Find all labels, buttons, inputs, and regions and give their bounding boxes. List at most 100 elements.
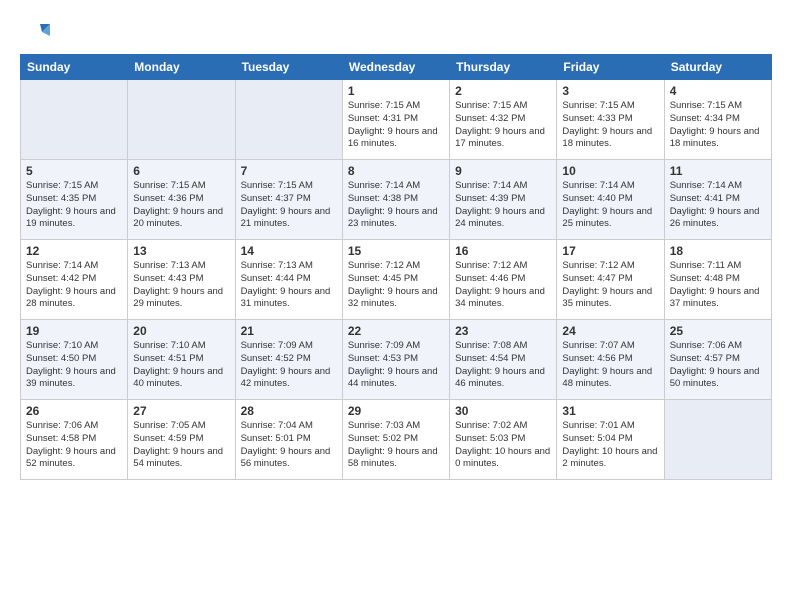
calendar-cell: 1 Sunrise: 7:15 AM Sunset: 4:31 PM Daylig… <box>342 80 449 160</box>
calendar-cell: 30Sunrise: 7:02 AM Sunset: 5:03 PM Dayli… <box>450 400 557 480</box>
page: SundayMondayTuesdayWednesdayThursdayFrid… <box>0 0 792 496</box>
day-number: 5 <box>26 164 122 178</box>
header <box>20 16 772 46</box>
day-number: 24 <box>562 324 658 338</box>
cell-info: Sunrise: 7:15 AM Sunset: 4:32 PM Dayligh… <box>455 100 551 151</box>
cell-info: Sunrise: 7:14 AM Sunset: 4:38 PM Dayligh… <box>348 180 444 231</box>
calendar-week-row: 26 Sunrise: 7:06 AM Sunset: 4:58 PM Dayli… <box>21 400 772 480</box>
cell-info: Sunrise: 7:05 AM Sunset: 4:59 PM Dayligh… <box>133 420 229 471</box>
day-number: 21 <box>241 324 337 338</box>
day-number: 10 <box>562 164 658 178</box>
col-header-tuesday: Tuesday <box>235 55 342 80</box>
calendar-cell: 17 Sunrise: 7:12 AM Sunset: 4:47 PM Dayli… <box>557 240 664 320</box>
calendar-cell: 11Sunrise: 7:14 AM Sunset: 4:41 PM Dayli… <box>664 160 771 240</box>
cell-info: Sunrise: 7:15 AM Sunset: 4:37 PM Dayligh… <box>241 180 337 231</box>
calendar-header-row: SundayMondayTuesdayWednesdayThursdayFrid… <box>21 55 772 80</box>
cell-info: Sunrise: 7:15 AM Sunset: 4:35 PM Dayligh… <box>26 180 122 231</box>
cell-info: Sunrise: 7:12 AM Sunset: 4:46 PM Dayligh… <box>455 260 551 311</box>
day-number: 11 <box>670 164 766 178</box>
day-number: 4 <box>670 84 766 98</box>
calendar-cell: 31 Sunrise: 7:01 AM Sunset: 5:04 PM Dayli… <box>557 400 664 480</box>
cell-info: Sunrise: 7:09 AM Sunset: 4:53 PM Dayligh… <box>348 340 444 391</box>
cell-info: Sunrise: 7:08 AM Sunset: 4:54 PM Dayligh… <box>455 340 551 391</box>
calendar-week-row: 5 Sunrise: 7:15 AM Sunset: 4:35 PM Daylig… <box>21 160 772 240</box>
day-number: 25 <box>670 324 766 338</box>
cell-info: Sunrise: 7:15 AM Sunset: 4:34 PM Dayligh… <box>670 100 766 151</box>
day-number: 16 <box>455 244 551 258</box>
cell-info: Sunrise: 7:15 AM Sunset: 4:36 PM Dayligh… <box>133 180 229 231</box>
cell-info: Sunrise: 7:14 AM Sunset: 4:40 PM Dayligh… <box>562 180 658 231</box>
day-number: 26 <box>26 404 122 418</box>
cell-info: Sunrise: 7:12 AM Sunset: 4:47 PM Dayligh… <box>562 260 658 311</box>
col-header-sunday: Sunday <box>21 55 128 80</box>
cell-info: Sunrise: 7:09 AM Sunset: 4:52 PM Dayligh… <box>241 340 337 391</box>
day-number: 17 <box>562 244 658 258</box>
day-number: 8 <box>348 164 444 178</box>
cell-info: Sunrise: 7:07 AM Sunset: 4:56 PM Dayligh… <box>562 340 658 391</box>
day-number: 18 <box>670 244 766 258</box>
calendar-cell: 6 Sunrise: 7:15 AM Sunset: 4:36 PM Daylig… <box>128 160 235 240</box>
day-number: 9 <box>455 164 551 178</box>
day-number: 13 <box>133 244 229 258</box>
calendar-cell: 26 Sunrise: 7:06 AM Sunset: 4:58 PM Dayli… <box>21 400 128 480</box>
cell-info: Sunrise: 7:06 AM Sunset: 4:58 PM Dayligh… <box>26 420 122 471</box>
calendar-cell: 20 Sunrise: 7:10 AM Sunset: 4:51 PM Dayli… <box>128 320 235 400</box>
cell-info: Sunrise: 7:02 AM Sunset: 5:03 PM Dayligh… <box>455 420 551 471</box>
col-header-wednesday: Wednesday <box>342 55 449 80</box>
calendar-cell: 4 Sunrise: 7:15 AM Sunset: 4:34 PM Daylig… <box>664 80 771 160</box>
day-number: 27 <box>133 404 229 418</box>
cell-info: Sunrise: 7:15 AM Sunset: 4:31 PM Dayligh… <box>348 100 444 151</box>
calendar-cell: 21 Sunrise: 7:09 AM Sunset: 4:52 PM Dayli… <box>235 320 342 400</box>
day-number: 14 <box>241 244 337 258</box>
calendar-cell: 14 Sunrise: 7:13 AM Sunset: 4:44 PM Dayli… <box>235 240 342 320</box>
cell-info: Sunrise: 7:14 AM Sunset: 4:42 PM Dayligh… <box>26 260 122 311</box>
calendar-cell: 19 Sunrise: 7:10 AM Sunset: 4:50 PM Dayli… <box>21 320 128 400</box>
day-number: 19 <box>26 324 122 338</box>
calendar-cell: 15 Sunrise: 7:12 AM Sunset: 4:45 PM Dayli… <box>342 240 449 320</box>
calendar-cell: 9 Sunrise: 7:14 AM Sunset: 4:39 PM Daylig… <box>450 160 557 240</box>
calendar-cell <box>128 80 235 160</box>
calendar-cell: 28 Sunrise: 7:04 AM Sunset: 5:01 PM Dayli… <box>235 400 342 480</box>
calendar-week-row: 19 Sunrise: 7:10 AM Sunset: 4:50 PM Dayli… <box>21 320 772 400</box>
cell-info: Sunrise: 7:14 AM Sunset: 4:39 PM Dayligh… <box>455 180 551 231</box>
cell-info: Sunrise: 7:10 AM Sunset: 4:50 PM Dayligh… <box>26 340 122 391</box>
calendar-cell <box>664 400 771 480</box>
calendar-week-row: 12Sunrise: 7:14 AM Sunset: 4:42 PM Dayli… <box>21 240 772 320</box>
calendar-cell: 24 Sunrise: 7:07 AM Sunset: 4:56 PM Dayli… <box>557 320 664 400</box>
col-header-saturday: Saturday <box>664 55 771 80</box>
logo-icon <box>20 16 50 46</box>
cell-info: Sunrise: 7:11 AM Sunset: 4:48 PM Dayligh… <box>670 260 766 311</box>
day-number: 7 <box>241 164 337 178</box>
logo <box>20 16 54 46</box>
calendar: SundayMondayTuesdayWednesdayThursdayFrid… <box>20 54 772 480</box>
col-header-monday: Monday <box>128 55 235 80</box>
calendar-cell: 22 Sunrise: 7:09 AM Sunset: 4:53 PM Dayli… <box>342 320 449 400</box>
calendar-cell: 8 Sunrise: 7:14 AM Sunset: 4:38 PM Daylig… <box>342 160 449 240</box>
cell-info: Sunrise: 7:04 AM Sunset: 5:01 PM Dayligh… <box>241 420 337 471</box>
calendar-cell: 25 Sunrise: 7:06 AM Sunset: 4:57 PM Dayli… <box>664 320 771 400</box>
cell-info: Sunrise: 7:03 AM Sunset: 5:02 PM Dayligh… <box>348 420 444 471</box>
day-number: 22 <box>348 324 444 338</box>
day-number: 1 <box>348 84 444 98</box>
day-number: 20 <box>133 324 229 338</box>
day-number: 3 <box>562 84 658 98</box>
cell-info: Sunrise: 7:13 AM Sunset: 4:44 PM Dayligh… <box>241 260 337 311</box>
cell-info: Sunrise: 7:06 AM Sunset: 4:57 PM Dayligh… <box>670 340 766 391</box>
day-number: 28 <box>241 404 337 418</box>
calendar-cell: 7 Sunrise: 7:15 AM Sunset: 4:37 PM Daylig… <box>235 160 342 240</box>
cell-info: Sunrise: 7:01 AM Sunset: 5:04 PM Dayligh… <box>562 420 658 471</box>
calendar-cell: 12Sunrise: 7:14 AM Sunset: 4:42 PM Dayli… <box>21 240 128 320</box>
cell-info: Sunrise: 7:12 AM Sunset: 4:45 PM Dayligh… <box>348 260 444 311</box>
day-number: 6 <box>133 164 229 178</box>
day-number: 15 <box>348 244 444 258</box>
col-header-friday: Friday <box>557 55 664 80</box>
calendar-cell: 29Sunrise: 7:03 AM Sunset: 5:02 PM Dayli… <box>342 400 449 480</box>
calendar-week-row: 1 Sunrise: 7:15 AM Sunset: 4:31 PM Daylig… <box>21 80 772 160</box>
day-number: 2 <box>455 84 551 98</box>
day-number: 31 <box>562 404 658 418</box>
calendar-cell: 10 Sunrise: 7:14 AM Sunset: 4:40 PM Dayli… <box>557 160 664 240</box>
cell-info: Sunrise: 7:10 AM Sunset: 4:51 PM Dayligh… <box>133 340 229 391</box>
calendar-cell: 27 Sunrise: 7:05 AM Sunset: 4:59 PM Dayli… <box>128 400 235 480</box>
calendar-cell: 23Sunrise: 7:08 AM Sunset: 4:54 PM Dayli… <box>450 320 557 400</box>
cell-info: Sunrise: 7:13 AM Sunset: 4:43 PM Dayligh… <box>133 260 229 311</box>
